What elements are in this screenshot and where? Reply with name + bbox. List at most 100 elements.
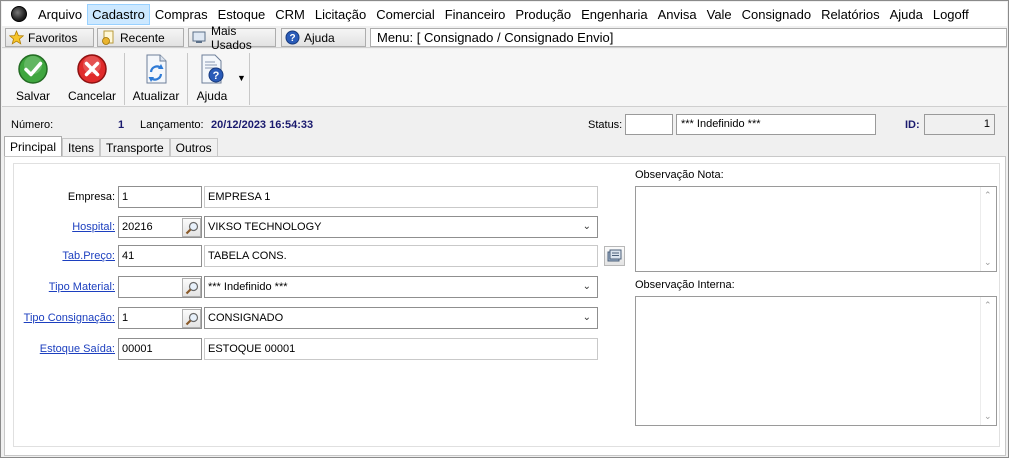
estoque-saida-code-field[interactable]: 00001	[118, 338, 202, 360]
dropdown-arrow-icon[interactable]: ▼	[237, 73, 246, 83]
menu-producao[interactable]: Produção	[510, 4, 576, 25]
tipo-material-search-button[interactable]	[182, 278, 201, 297]
chevron-down-icon: ⌄	[582, 281, 591, 292]
mais-usados-button[interactable]: Mais Usados	[188, 24, 276, 52]
recent-document-icon	[101, 30, 116, 45]
ajuda-toolbar-label: Ajuda	[196, 89, 228, 103]
recente-label: Recente	[120, 30, 165, 45]
scroll-down-icon[interactable]: ⌄	[984, 257, 992, 268]
help-document-icon: ?	[196, 53, 228, 85]
menu-arquivo[interactable]: Arquivo	[33, 4, 87, 25]
menu-estoque[interactable]: Estoque	[213, 4, 271, 25]
menu-logoff[interactable]: Logoff	[928, 4, 974, 25]
tipo-consignacao-select[interactable]: CONSIGNADO ⌄	[204, 307, 598, 329]
status-label: Status:	[588, 119, 623, 131]
lancamento-value: 20/12/2023 16:54:33	[211, 119, 314, 131]
numero-label: Número:	[11, 119, 54, 131]
atualizar-label: Atualizar	[132, 89, 180, 103]
toolbar: Salvar Cancelar Atualizar ? Ajuda ▼	[2, 49, 1007, 107]
star-icon	[9, 30, 24, 45]
status-text-field: *** Indefinido ***	[676, 114, 876, 135]
tab-preco-link[interactable]: Tab.Preço:	[10, 250, 115, 262]
observacao-interna-textarea[interactable]: ⌃ ⌄	[635, 296, 997, 426]
magnifier-icon	[185, 221, 198, 234]
hospital-select[interactable]: VIKSO TECHNOLOGY ⌄	[204, 216, 598, 238]
hospital-search-button[interactable]	[182, 218, 201, 237]
scroll-up-icon[interactable]: ⌃	[984, 190, 992, 201]
menu-relatorios[interactable]: Relatórios	[816, 4, 885, 25]
calculator-icon	[607, 249, 622, 262]
tab-itens[interactable]: Itens	[62, 138, 101, 156]
menu-crm[interactable]: CRM	[270, 4, 310, 25]
menu-cadastro[interactable]: Cadastro	[87, 3, 150, 25]
scroll-up-icon[interactable]: ⌃	[984, 300, 992, 311]
salvar-label: Salvar	[15, 89, 50, 103]
tipo-material-select-value: *** Indefinido ***	[208, 281, 288, 293]
lancamento-label: Lançamento:	[140, 119, 204, 131]
scroll-down-icon[interactable]: ⌄	[984, 411, 992, 422]
tab-principal[interactable]: Principal	[4, 136, 63, 156]
observacao-interna-scrollbar[interactable]: ⌃ ⌄	[980, 297, 996, 425]
help-icon: ?	[285, 30, 300, 45]
menu-financeiro[interactable]: Financeiro	[440, 4, 511, 25]
id-field: 1	[924, 114, 995, 135]
toolbar-separator	[249, 53, 250, 105]
main-window: Arquivo Cadastro Compras Estoque CRM Lic…	[0, 0, 1009, 458]
ajuda-toolbar-button[interactable]: ? Ajuda	[185, 53, 239, 105]
empresa-label: Empresa:	[67, 191, 115, 203]
svg-text:?: ?	[289, 33, 295, 44]
header-info-row: Número: 1 Lançamento: 20/12/2023 16:54:3…	[2, 111, 1007, 137]
tab-preco-name-field: TABELA CONS.	[204, 245, 598, 267]
mais-usados-label: Mais Usados	[211, 23, 252, 52]
tab-preco-code-field[interactable]: 41	[118, 245, 202, 267]
salvar-button[interactable]: Salvar	[6, 53, 60, 105]
menu-comercial[interactable]: Comercial	[371, 4, 440, 25]
status-code-field[interactable]	[625, 114, 673, 135]
tab-strip: Principal Itens Transporte Outros	[4, 136, 218, 156]
svg-text:?: ?	[213, 70, 220, 82]
atualizar-button[interactable]: Atualizar	[129, 53, 183, 105]
observacao-nota-scrollbar[interactable]: ⌃ ⌄	[980, 187, 996, 271]
price-table-button[interactable]	[604, 246, 625, 266]
cancel-x-icon	[76, 53, 108, 85]
cancelar-label: Cancelar	[67, 89, 117, 103]
menu-compras[interactable]: Compras	[150, 4, 213, 25]
tipo-consignacao-search-button[interactable]	[182, 309, 201, 328]
menu-path-display: Menu: [ Consignado / Consignado Envio]	[370, 28, 1007, 47]
empresa-code-field[interactable]: 1	[118, 186, 202, 208]
tab-panel-principal: Empresa: 1 EMPRESA 1 Hospital: 20216 VIK…	[4, 156, 1006, 456]
favoritos-button[interactable]: Favoritos	[5, 28, 94, 47]
hospital-link[interactable]: Hospital:	[10, 221, 115, 233]
ajuda-shortcut-button[interactable]: ? Ajuda	[281, 28, 366, 47]
cancelar-button[interactable]: Cancelar	[65, 53, 119, 105]
estoque-saida-link[interactable]: Estoque Saída:	[10, 343, 115, 355]
tipo-material-select[interactable]: *** Indefinido *** ⌄	[204, 276, 598, 298]
tab-transporte[interactable]: Transporte	[100, 138, 170, 156]
menu-anvisa[interactable]: Anvisa	[653, 4, 702, 25]
toolbar-separator	[124, 53, 125, 105]
tipo-consignacao-link[interactable]: Tipo Consignação:	[10, 312, 115, 324]
observacao-nota-textarea[interactable]: ⌃ ⌄	[635, 186, 997, 272]
ajuda-shortcut-label: Ajuda	[304, 30, 335, 45]
tipo-consignacao-select-value: CONSIGNADO	[208, 312, 284, 324]
menu-licitacao[interactable]: Licitação	[310, 4, 371, 25]
recente-button[interactable]: Recente	[97, 28, 184, 47]
form-area: Empresa: 1 EMPRESA 1 Hospital: 20216 VIK…	[13, 163, 1000, 447]
menu-consignado[interactable]: Consignado	[737, 4, 816, 25]
observacao-nota-label: Observação Nota:	[635, 169, 724, 181]
favoritos-label: Favoritos	[28, 30, 78, 45]
menu-vale[interactable]: Vale	[702, 4, 737, 25]
estoque-saida-name-field: ESTOQUE 00001	[204, 338, 598, 360]
menu-bar: Arquivo Cadastro Compras Estoque CRM Lic…	[2, 2, 1007, 26]
most-used-icon	[192, 30, 207, 45]
empresa-name-field: EMPRESA 1	[204, 186, 598, 208]
menu-engenharia[interactable]: Engenharia	[576, 4, 653, 25]
tab-outros[interactable]: Outros	[169, 138, 218, 156]
refresh-document-icon	[140, 53, 172, 85]
magnifier-icon	[185, 312, 198, 325]
shortcut-bar: Favoritos Recente Mais Usados ? Ajuda Me…	[2, 24, 1007, 52]
menu-ajuda[interactable]: Ajuda	[885, 4, 928, 25]
id-label: ID:	[905, 119, 920, 131]
observacao-interna-label: Observação Interna:	[635, 279, 735, 291]
tipo-material-link[interactable]: Tipo Material:	[10, 281, 115, 293]
